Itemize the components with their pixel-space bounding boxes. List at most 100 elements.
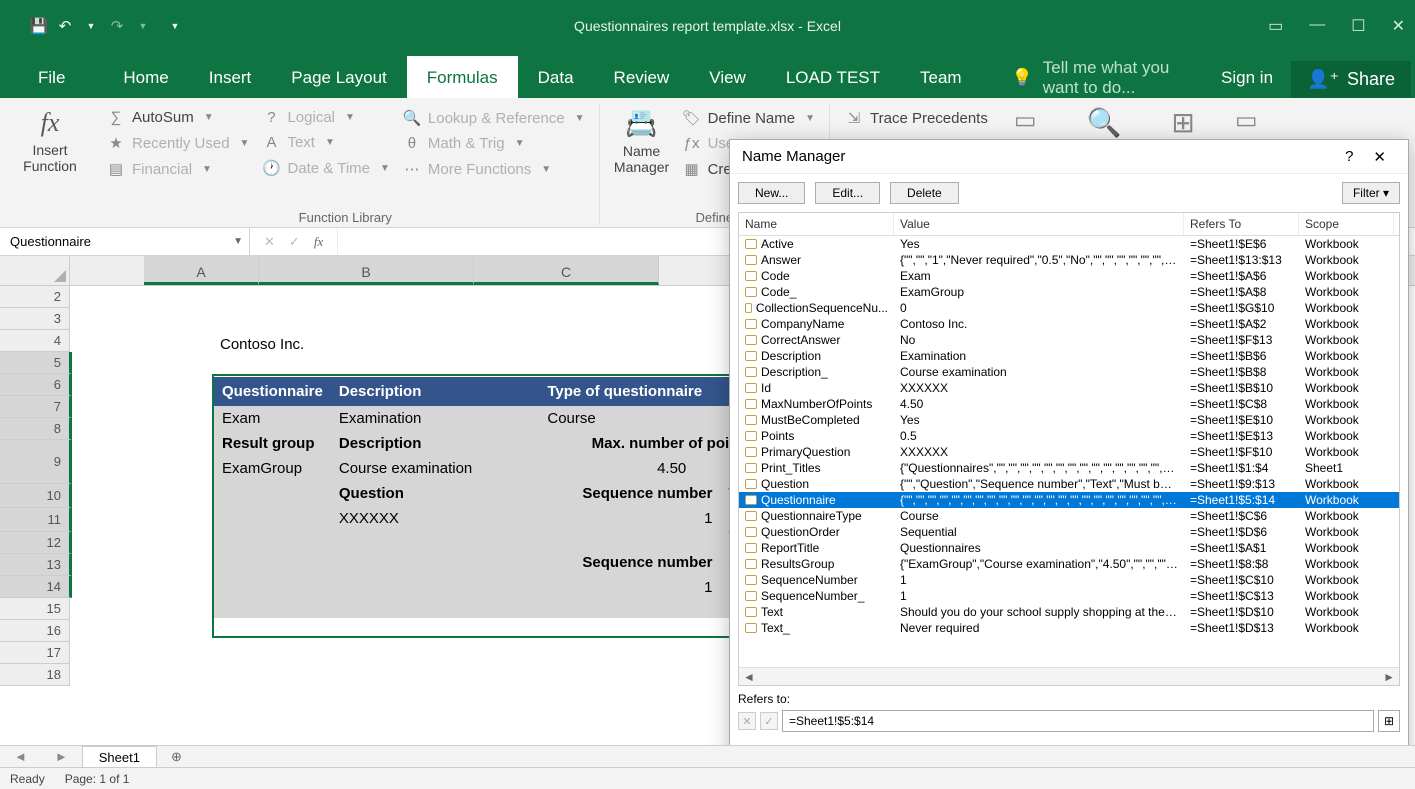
col-scope[interactable]: Scope [1299,213,1394,235]
tab-data[interactable]: Data [518,56,594,98]
signin-button[interactable]: Sign in [1203,58,1291,98]
name-list-row[interactable]: Code_ExamGroup=Sheet1!$A$8Workbook [739,284,1399,300]
col-value[interactable]: Value [894,213,1184,235]
name-list-row[interactable]: Question{"","Question","Sequence number"… [739,476,1399,492]
row-header[interactable]: 16 [0,620,69,642]
row-header[interactable]: 2 [0,286,69,308]
name-list-row[interactable]: CompanyNameContoso Inc.=Sheet1!$A$2Workb… [739,316,1399,332]
col-refers[interactable]: Refers To [1184,213,1299,235]
col-header-c[interactable]: C [474,256,659,285]
name-list-row[interactable]: CodeExam=Sheet1!$A$6Workbook [739,268,1399,284]
col-header-b[interactable]: B [259,256,474,285]
name-list-row[interactable]: SequenceNumber1=Sheet1!$C$10Workbook [739,572,1399,588]
sheet-nav-next-icon[interactable]: ► [41,749,82,764]
name-manager-button[interactable]: 📇 Name Manager [608,104,676,206]
name-list-row[interactable]: Print_Titles{"Questionnaires","","","","… [739,460,1399,476]
row-header[interactable]: 4 [0,330,69,352]
close-window-icon[interactable]: ✕ [1392,16,1405,36]
horizontal-scrollbar[interactable]: ◄► [739,667,1399,685]
calc-now-icon[interactable]: ▭ [1235,106,1258,135]
tab-pagelayout[interactable]: Page Layout [271,56,406,98]
name-list-row[interactable]: MustBeCompletedYes=Sheet1!$E$10Workbook [739,412,1399,428]
name-list-row[interactable]: Description_Course examination=Sheet1!$B… [739,364,1399,380]
sheet-nav-prev-icon[interactable]: ◄ [0,749,41,764]
row-header[interactable]: 17 [0,642,69,664]
tab-team[interactable]: Team [900,56,982,98]
row-header[interactable]: 11 [0,508,72,532]
name-list-row[interactable]: QuestionOrderSequential=Sheet1!$D$6Workb… [739,524,1399,540]
name-list-row[interactable]: DescriptionExamination=Sheet1!$B$6Workbo… [739,348,1399,364]
logical-button[interactable]: ?Logical▼ [255,106,395,129]
row-header[interactable]: 10 [0,484,72,508]
insert-function-button[interactable]: fx Insert Function [16,104,84,225]
name-list-row[interactable]: CollectionSequenceNu...0=Sheet1!$G$10Wor… [739,300,1399,316]
redo-icon[interactable]: ↷ [108,17,126,35]
recently-used-button[interactable]: ★Recently Used▼ [100,131,255,155]
name-list-row[interactable]: IdXXXXXX=Sheet1!$B$10Workbook [739,380,1399,396]
share-button[interactable]: 👤⁺ Share [1291,61,1411,98]
minimize-icon[interactable]: — [1309,16,1325,36]
row-header[interactable]: 5 [0,352,72,374]
name-list-row[interactable]: ReportTitleQuestionnaires=Sheet1!$A$1Wor… [739,540,1399,556]
name-list-row[interactable]: ResultsGroup{"ExamGroup","Course examina… [739,556,1399,572]
new-button[interactable]: New... [738,182,805,204]
name-list-row[interactable]: Points0.5=Sheet1!$E$13Workbook [739,428,1399,444]
row-header[interactable]: 9 [0,440,72,484]
tab-home[interactable]: Home [103,56,188,98]
row-header[interactable]: 14 [0,576,72,598]
qat-customize-icon[interactable]: ▼ [166,17,184,35]
refersto-cancel-icon[interactable]: ✕ [738,712,756,730]
morefn-button[interactable]: ⋯More Functions▼ [396,157,591,181]
select-all-corner[interactable] [0,256,70,286]
tab-loadtest[interactable]: LOAD TEST [766,56,900,98]
financial-button[interactable]: ▤Financial▼ [100,157,255,181]
refersto-accept-icon[interactable]: ✓ [760,712,778,730]
row-header[interactable]: 12 [0,532,72,554]
col-name[interactable]: Name [739,213,894,235]
formula-audit-icon[interactable]: ▭ [1014,106,1037,135]
name-list-row[interactable]: ActiveYes=Sheet1!$E$6Workbook [739,236,1399,252]
tell-me[interactable]: 💡 Tell me what you want to do... [982,58,1203,98]
name-list-row[interactable]: CorrectAnswerNo=Sheet1!$F$13Workbook [739,332,1399,348]
lookup-button[interactable]: 🔍Lookup & Reference▼ [396,106,591,130]
row-header[interactable]: 3 [0,308,69,330]
calc-options-icon[interactable]: ⊞ [1171,106,1194,139]
delete-button[interactable]: Delete [890,182,959,204]
define-name-button[interactable]: 🏷Define Name▼ [676,106,821,130]
text-button[interactable]: AText▼ [255,131,395,154]
dialog-close-icon[interactable]: ✕ [1363,148,1396,166]
enter-formula-icon[interactable]: ✓ [289,234,300,250]
row-header[interactable]: 15 [0,598,69,620]
datetime-button[interactable]: 🕐Date & Time▼ [255,156,395,180]
tab-review[interactable]: Review [594,56,690,98]
mathtrig-button[interactable]: θMath & Trig▼ [396,132,591,155]
edit-button[interactable]: Edit... [815,182,880,204]
filter-button[interactable]: Filter ▾ [1342,182,1400,204]
fx-bar-icon[interactable]: fx [314,234,323,250]
name-list-row[interactable]: PrimaryQuestionXXXXXX=Sheet1!$F$10Workbo… [739,444,1399,460]
tab-file[interactable]: File [0,56,103,98]
tab-view[interactable]: View [689,56,766,98]
trace-precedents-button[interactable]: ⇲Trace Precedents [838,106,994,130]
range-picker-icon[interactable]: ⊞ [1378,710,1400,732]
name-box-dropdown-icon[interactable]: ▼ [233,236,243,247]
refersto-input[interactable] [782,710,1374,732]
name-list-row[interactable]: Text_Never required=Sheet1!$D$13Workbook [739,620,1399,636]
maximize-icon[interactable]: ☐ [1351,16,1365,36]
name-list-row[interactable]: MaxNumberOfPoints4.50=Sheet1!$C$8Workboo… [739,396,1399,412]
name-list-row[interactable]: SequenceNumber_1=Sheet1!$C$13Workbook [739,588,1399,604]
name-box[interactable]: Questionnaire ▼ [0,228,250,255]
watch-window-icon[interactable]: 🔍 [1087,106,1122,139]
ribbon-display-icon[interactable]: ▭ [1268,16,1283,36]
row-header[interactable]: 7 [0,396,72,418]
name-list-row[interactable]: Answer{"","","1","Never required","0.5",… [739,252,1399,268]
row-header[interactable]: 13 [0,554,72,576]
name-list-row[interactable]: Questionnaire{"","","","","","","","",""… [739,492,1399,508]
undo-dropdown-icon[interactable]: ▼ [82,17,100,35]
name-list-row[interactable]: QuestionnaireTypeCourse=Sheet1!$C$6Workb… [739,508,1399,524]
tab-formulas[interactable]: Formulas [407,56,518,98]
sheet-tab[interactable]: Sheet1 [82,746,157,768]
row-header[interactable]: 6 [0,374,72,396]
save-icon[interactable]: 💾 [30,17,48,35]
cancel-formula-icon[interactable]: ✕ [264,234,275,250]
